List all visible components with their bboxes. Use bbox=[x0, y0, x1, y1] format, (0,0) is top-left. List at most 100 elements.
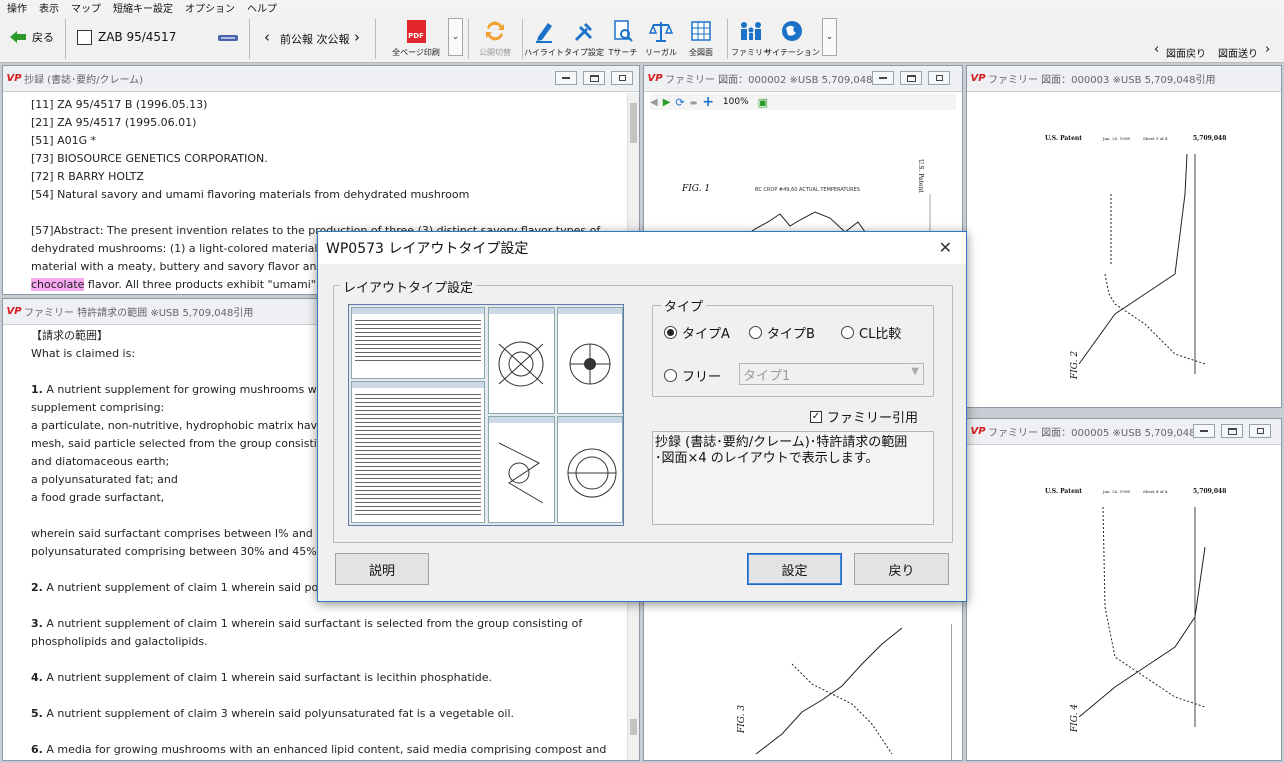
minimize-button[interactable] bbox=[872, 71, 894, 85]
menu-view[interactable]: 表示 bbox=[32, 0, 64, 15]
zoom-in-icon[interactable]: + bbox=[702, 94, 714, 110]
menu-shortcut[interactable]: 短縮キー設定 bbox=[106, 0, 178, 15]
free-type-select[interactable]: タイプ1 ▼ bbox=[739, 363, 924, 385]
patent-number: 5,709,048 bbox=[1193, 135, 1226, 142]
swap-arrows-icon bbox=[483, 18, 507, 44]
scales-icon bbox=[648, 18, 674, 44]
minimize-button[interactable] bbox=[555, 71, 577, 85]
next-drawing-chevron-icon[interactable]: › bbox=[1265, 42, 1270, 57]
grid-icon bbox=[690, 18, 712, 44]
drawing-sheet-fig2: U.S. Patent Jan. 20, 1998 Sheet 3 of 4 5… bbox=[975, 94, 1275, 404]
prev-drawing-button[interactable]: 図面戻り bbox=[1166, 45, 1206, 60]
refresh-icon[interactable]: ⟳ bbox=[675, 96, 684, 109]
drawing-sheet-fig4: U.S. Patent Jan. 20, 1998 Sheet 4 of 4 5… bbox=[975, 447, 1275, 757]
drawing-pane-3: VP ファミリー 図面：000003 ※USB 5,709,048引用 U.S.… bbox=[966, 65, 1282, 408]
preview-claims bbox=[351, 381, 485, 523]
dialog-title: WP0573 レイアウトタイプ設定 bbox=[326, 238, 528, 258]
prev-page-icon[interactable]: ◀ bbox=[650, 97, 658, 108]
print-dropdown-arrow[interactable]: ⌄ bbox=[448, 18, 463, 56]
app-logo-icon: VP bbox=[7, 305, 21, 319]
legal-button[interactable]: リーガル bbox=[643, 18, 679, 58]
toolbar-separator bbox=[727, 19, 728, 59]
restore-button[interactable] bbox=[1249, 424, 1271, 438]
radio-free[interactable]: フリー bbox=[664, 366, 721, 385]
prev-doc-chevron-icon[interactable]: ‹ bbox=[264, 28, 270, 46]
menu-map[interactable]: マップ bbox=[64, 0, 106, 15]
drawing-pane-titlebar: VP ファミリー 図面：000003 ※USB 5,709,048引用 bbox=[967, 66, 1281, 92]
radio-type-b[interactable]: タイプB bbox=[749, 323, 815, 342]
prev-next-doc-label[interactable]: 前公報 次公報 bbox=[280, 31, 350, 47]
menu-operation[interactable]: 操作 bbox=[0, 0, 32, 15]
preview-drawing-2 bbox=[557, 307, 623, 414]
type-group-label: タイプ bbox=[661, 296, 706, 315]
maximize-button[interactable] bbox=[1221, 424, 1243, 438]
restore-button[interactable] bbox=[928, 71, 950, 85]
next-drawing-button[interactable]: 図面送り bbox=[1218, 45, 1258, 60]
menu-bar: 操作 表示 マップ 短縮キー設定 オプション ヘルプ bbox=[0, 0, 1284, 14]
abstract-pane-titlebar: VP 抄録 (書誌･要約/クレーム) bbox=[3, 66, 639, 92]
highlighted-keyword: chocolate bbox=[31, 278, 84, 291]
fig4-line-graph bbox=[1075, 507, 1215, 727]
citation-button[interactable]: サイテーション bbox=[771, 18, 813, 58]
biblio-line: [54] Natural savory and umami flavoring … bbox=[31, 186, 631, 204]
preview-abstract bbox=[351, 307, 485, 379]
zoom-out-icon[interactable]: ▬ bbox=[690, 98, 698, 107]
toolbar-separator bbox=[375, 19, 376, 59]
type-group: タイプ タイプA タイプB CL比較 フリー タイプ1 ▼ bbox=[652, 305, 934, 397]
maximize-button[interactable] bbox=[900, 71, 922, 85]
fig2-line-graph bbox=[1075, 154, 1215, 374]
all-drawings-button[interactable]: 全図面 bbox=[682, 18, 720, 58]
next-page-icon[interactable]: ▶ bbox=[663, 97, 671, 108]
pen-icon bbox=[533, 18, 555, 44]
drawing-pane-5: VP ファミリー 図面：000005 ※USB 5,709,048引用 U.S.… bbox=[966, 418, 1282, 761]
radio-selected-indicator bbox=[664, 326, 677, 339]
drawing-pane-titlebar: VP ファミリー 図面：000005 ※USB 5,709,048引用 bbox=[967, 419, 1281, 445]
figure-label: FIG. 1 bbox=[682, 184, 710, 194]
dialog-titlebar: WP0573 レイアウトタイプ設定 ✕ bbox=[318, 232, 966, 264]
biblio-line: [73] BIOSOURCE GENETICS CORPORATION. bbox=[31, 150, 631, 168]
radio-indicator bbox=[841, 326, 854, 339]
restore-button[interactable] bbox=[611, 71, 633, 85]
document-search-icon bbox=[612, 18, 634, 44]
patent-number: 5,709,048 bbox=[1193, 488, 1226, 495]
toolbar-separator bbox=[522, 19, 523, 59]
layout-description: 抄録 (書誌･要約/クレーム)･特許請求の範囲 ･図面×4 のレイアウトで表示し… bbox=[652, 431, 934, 525]
doc-id-label: ZAB 95/4517 bbox=[98, 30, 176, 44]
key-icon[interactable] bbox=[217, 32, 239, 44]
zoom-level[interactable]: 100% bbox=[723, 97, 749, 107]
minimize-button[interactable] bbox=[1193, 424, 1215, 438]
type-setting-button[interactable]: タイプ設定 bbox=[563, 18, 605, 58]
family-cite-checkbox[interactable]: ✓ ファミリー引用 bbox=[810, 407, 918, 426]
radio-cl-compare[interactable]: CL比較 bbox=[841, 323, 901, 342]
toggle-publication-button[interactable]: 公開切替 bbox=[473, 18, 517, 58]
patent-sheet: Sheet 3 of 4 bbox=[1143, 136, 1167, 141]
highlight-button[interactable]: ハイライト bbox=[526, 18, 562, 58]
menu-help[interactable]: ヘルプ bbox=[240, 0, 282, 15]
biblio-line: [72] R BARRY HOLTZ bbox=[31, 168, 631, 186]
camera-icon[interactable]: ▣ bbox=[758, 96, 768, 109]
maximize-button[interactable] bbox=[583, 71, 605, 85]
radio-type-a[interactable]: タイプA bbox=[664, 323, 730, 342]
menu-options[interactable]: オプション bbox=[178, 0, 240, 15]
radio-indicator bbox=[749, 326, 762, 339]
claim-text: phospholipids and galactolipids. bbox=[31, 633, 631, 651]
figure-label-3: FIG. 3 bbox=[737, 705, 747, 733]
t-search-button[interactable]: Tサーチ bbox=[606, 18, 640, 58]
family-people-icon bbox=[738, 18, 764, 44]
back-button[interactable]: 戻り bbox=[854, 553, 949, 585]
doc-checkbox[interactable] bbox=[77, 30, 92, 45]
app-logo-icon: VP bbox=[971, 425, 985, 439]
claim-5: 5. A nutrient supplement of claim 3 wher… bbox=[31, 705, 631, 723]
prev-drawing-chevron-icon[interactable]: ‹ bbox=[1154, 42, 1159, 57]
toolbar-separator bbox=[249, 19, 250, 59]
toolbar-more-dropdown[interactable]: ⌄ bbox=[822, 18, 837, 56]
help-button[interactable]: 説明 bbox=[335, 553, 429, 585]
back-button[interactable]: 戻る bbox=[8, 29, 54, 45]
patent-sheet: Sheet 4 of 4 bbox=[1143, 489, 1167, 494]
next-doc-chevron-icon[interactable]: › bbox=[354, 28, 360, 46]
claim-3: 3. A nutrient supplement of claim 1 wher… bbox=[31, 615, 631, 633]
claim-6: 6. A media for growing mushrooms with an… bbox=[31, 741, 631, 759]
print-all-button[interactable]: PDF 全ページ印刷 bbox=[388, 18, 444, 58]
set-button[interactable]: 設定 bbox=[747, 553, 842, 585]
close-icon[interactable]: ✕ bbox=[939, 238, 952, 257]
